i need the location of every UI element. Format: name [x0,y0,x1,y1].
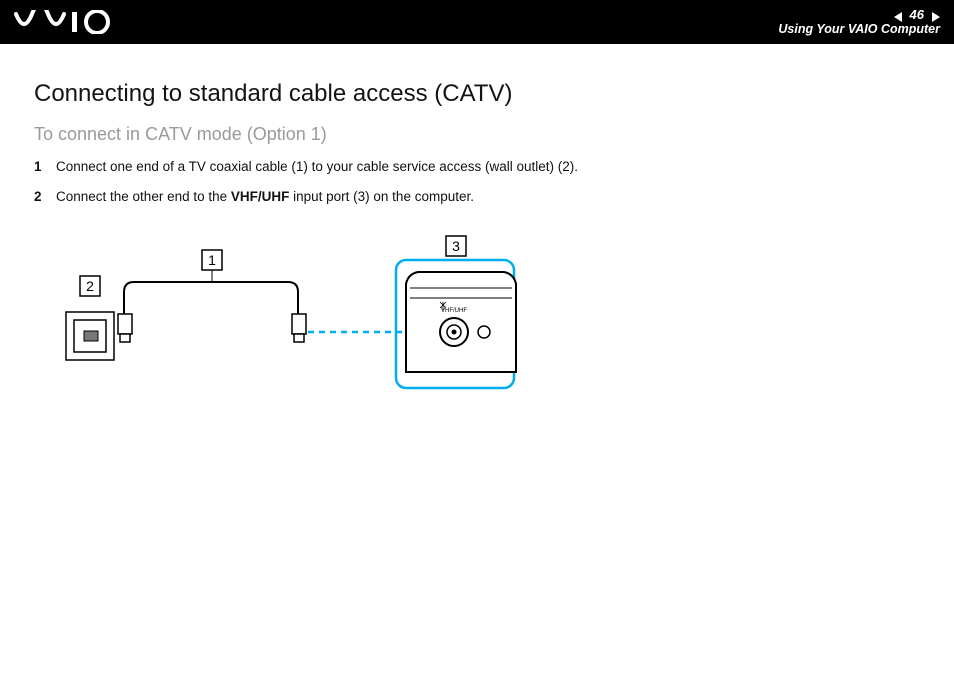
list-item: Connect the other end to the VHF/UHF inp… [34,187,920,207]
steps-list: Connect one end of a TV coaxial cable (1… [34,157,920,208]
next-page-arrow-icon[interactable] [930,10,940,20]
step-text: Connect the other end to the [56,189,231,204]
page-content: Connecting to standard cable access (CAT… [0,44,954,407]
diagram-label-2: 2 [86,278,94,294]
page-number: 46 [910,7,924,23]
page-nav: 46 [894,7,940,23]
step-bold: VHF/UHF [231,189,290,204]
header-right: 46 Using Your VAIO Computer [778,7,940,38]
page-subheading: To connect in CATV mode (Option 1) [34,124,920,145]
page-heading: Connecting to standard cable access (CAT… [34,80,920,108]
step-text: Connect one end of a TV coaxial cable (1… [56,159,578,174]
header-bar: 46 Using Your VAIO Computer [0,0,954,44]
step-text: input port (3) on the computer. [289,189,474,204]
section-title: Using Your VAIO Computer [778,22,940,37]
diagram-label-1: 1 [208,252,216,268]
vaio-logo [14,10,124,34]
svg-text:VHF/UHF: VHF/UHF [441,308,467,314]
list-item: Connect one end of a TV coaxial cable (1… [34,157,920,177]
connection-diagram: 2 1 [56,232,920,407]
prev-page-arrow-icon[interactable] [894,10,904,20]
diagram-label-3: 3 [452,238,460,254]
